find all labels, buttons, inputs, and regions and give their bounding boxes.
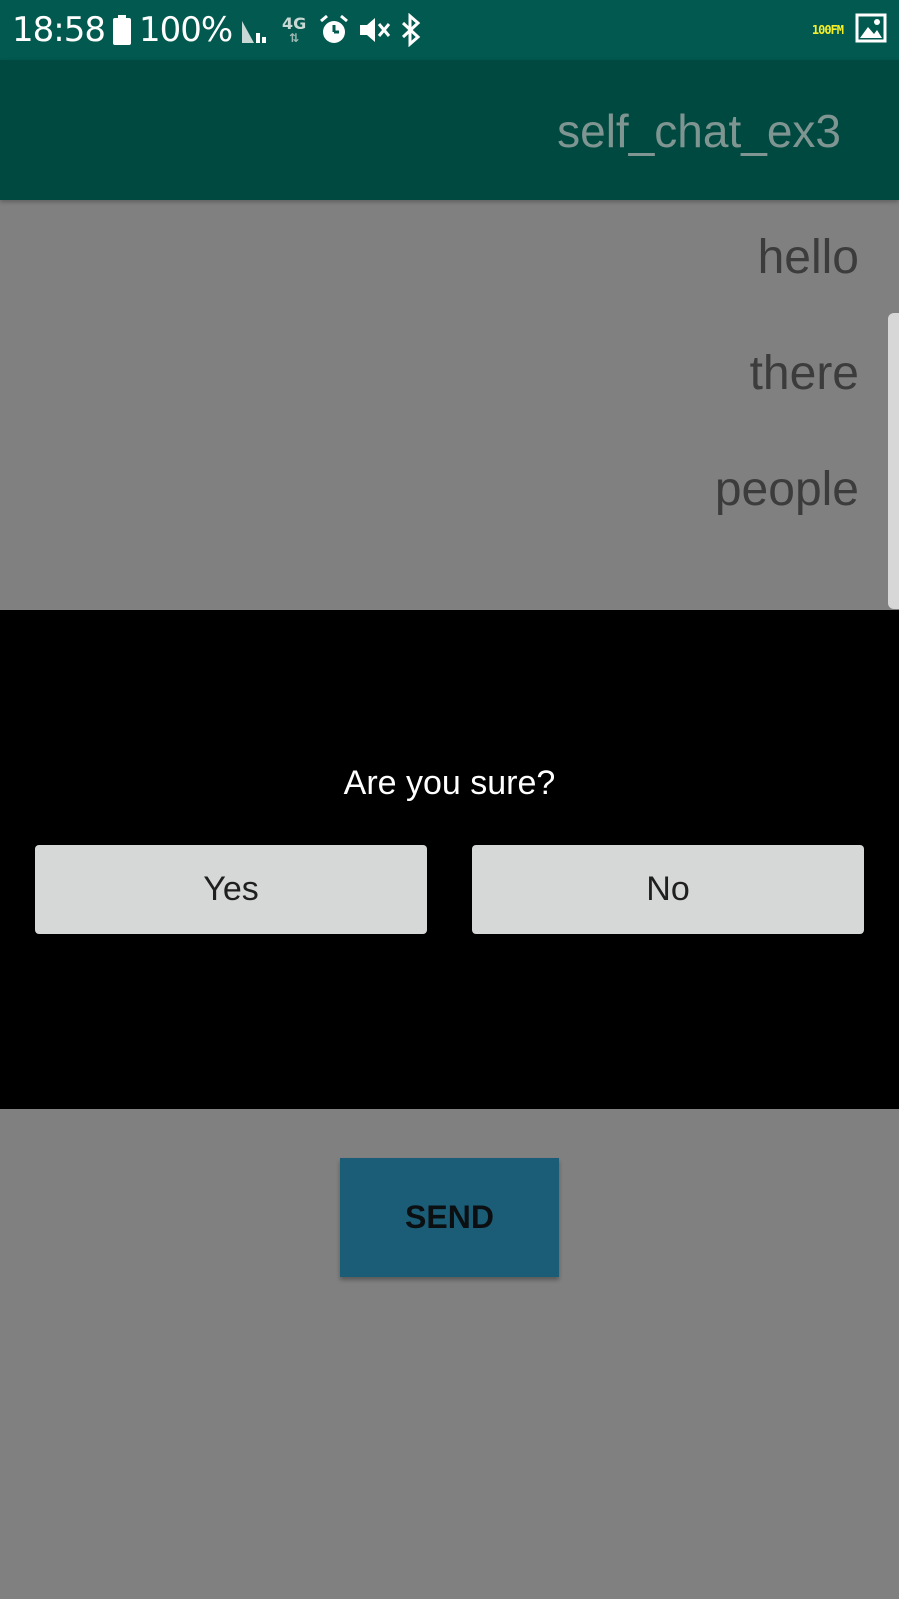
app-bar: self_chat_ex3 — [0, 60, 899, 200]
network-icon: 4G ⇅ — [278, 11, 310, 49]
status-left-group: 18:58 100% 4G ⇅ — [12, 8, 422, 52]
confirm-dialog: Are you sure? Yes No — [0, 610, 899, 1109]
message-item: there — [749, 347, 859, 400]
message-item: hello — [757, 231, 859, 284]
message-list[interactable]: hello there people — [0, 200, 899, 610]
yes-button[interactable]: Yes — [35, 845, 427, 934]
status-time: 18:58 — [12, 10, 106, 50]
message-item: people — [714, 463, 859, 516]
status-right-group: 100FM — [812, 10, 887, 50]
mute-icon — [358, 14, 392, 46]
image-icon — [855, 13, 887, 48]
battery-icon — [112, 15, 131, 45]
status-bar: 18:58 100% 4G ⇅ 100FM — [0, 0, 899, 60]
send-button[interactable]: SEND — [340, 1158, 559, 1277]
dialog-message: Are you sure? — [343, 764, 556, 802]
scrollbar[interactable] — [888, 313, 899, 609]
no-button[interactable]: No — [472, 845, 864, 934]
app-title: self_chat_ex3 — [557, 105, 841, 157]
alarm-icon — [318, 14, 350, 46]
bluetooth-icon — [400, 13, 422, 47]
signal-icon — [240, 15, 270, 45]
data-arrows-icon: ⇅ — [289, 31, 300, 45]
fm-radio-badge: 100FM — [811, 23, 844, 37]
network-type: 4G — [282, 14, 307, 33]
battery-percent: 100% — [138, 10, 233, 50]
